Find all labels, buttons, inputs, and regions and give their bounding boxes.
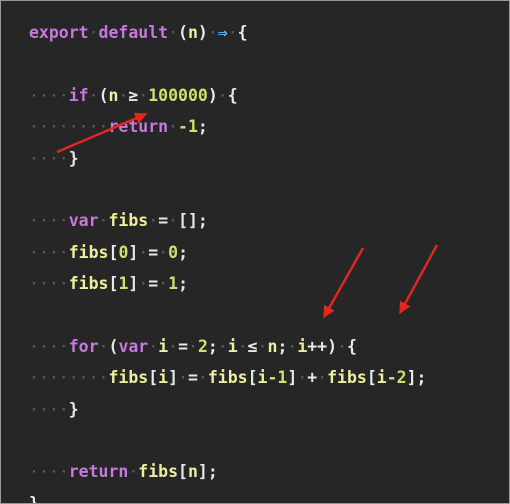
arrow-to-increment xyxy=(398,244,439,315)
code-editor-panel: export·default·(n)·⇒·{····if·(n·≥·100000… xyxy=(0,0,510,504)
arrow-to-if-condition xyxy=(56,112,148,154)
annotation-arrows xyxy=(56,112,439,319)
arrow-to-less-equal xyxy=(322,247,365,319)
